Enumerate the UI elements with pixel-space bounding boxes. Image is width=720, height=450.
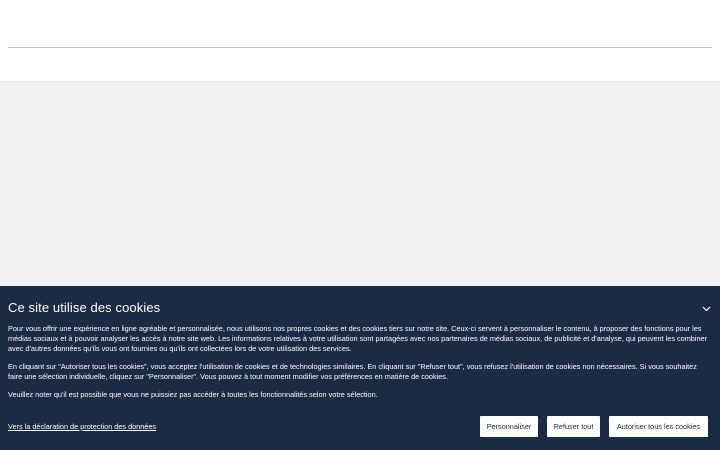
cookie-banner-title: Ce site utilise des cookies [8,300,161,315]
cookie-consent-banner: Ce site utilise des cookies Pour vous of… [0,286,720,450]
cookie-notice-paragraph: Veuillez noter qu'il est possible que vo… [8,390,378,399]
cookie-choices-paragraph: En cliquant sur "Autoriser tous les cook… [8,362,697,381]
privacy-policy-link[interactable]: Vers la déclaration de protection des do… [8,422,156,431]
refuse-all-button[interactable]: Refuser tout [547,416,600,437]
cookie-description-paragraph: Pour vous offrir une expérience en ligne… [8,324,708,353]
page-content-area [0,82,720,286]
chevron-down-icon[interactable] [700,303,712,315]
header-divider [8,47,712,48]
personalize-button[interactable]: Personnaliser [480,416,538,437]
accept-all-cookies-button[interactable]: Autoriser tous les cookies [609,416,708,437]
site-header [0,0,720,81]
